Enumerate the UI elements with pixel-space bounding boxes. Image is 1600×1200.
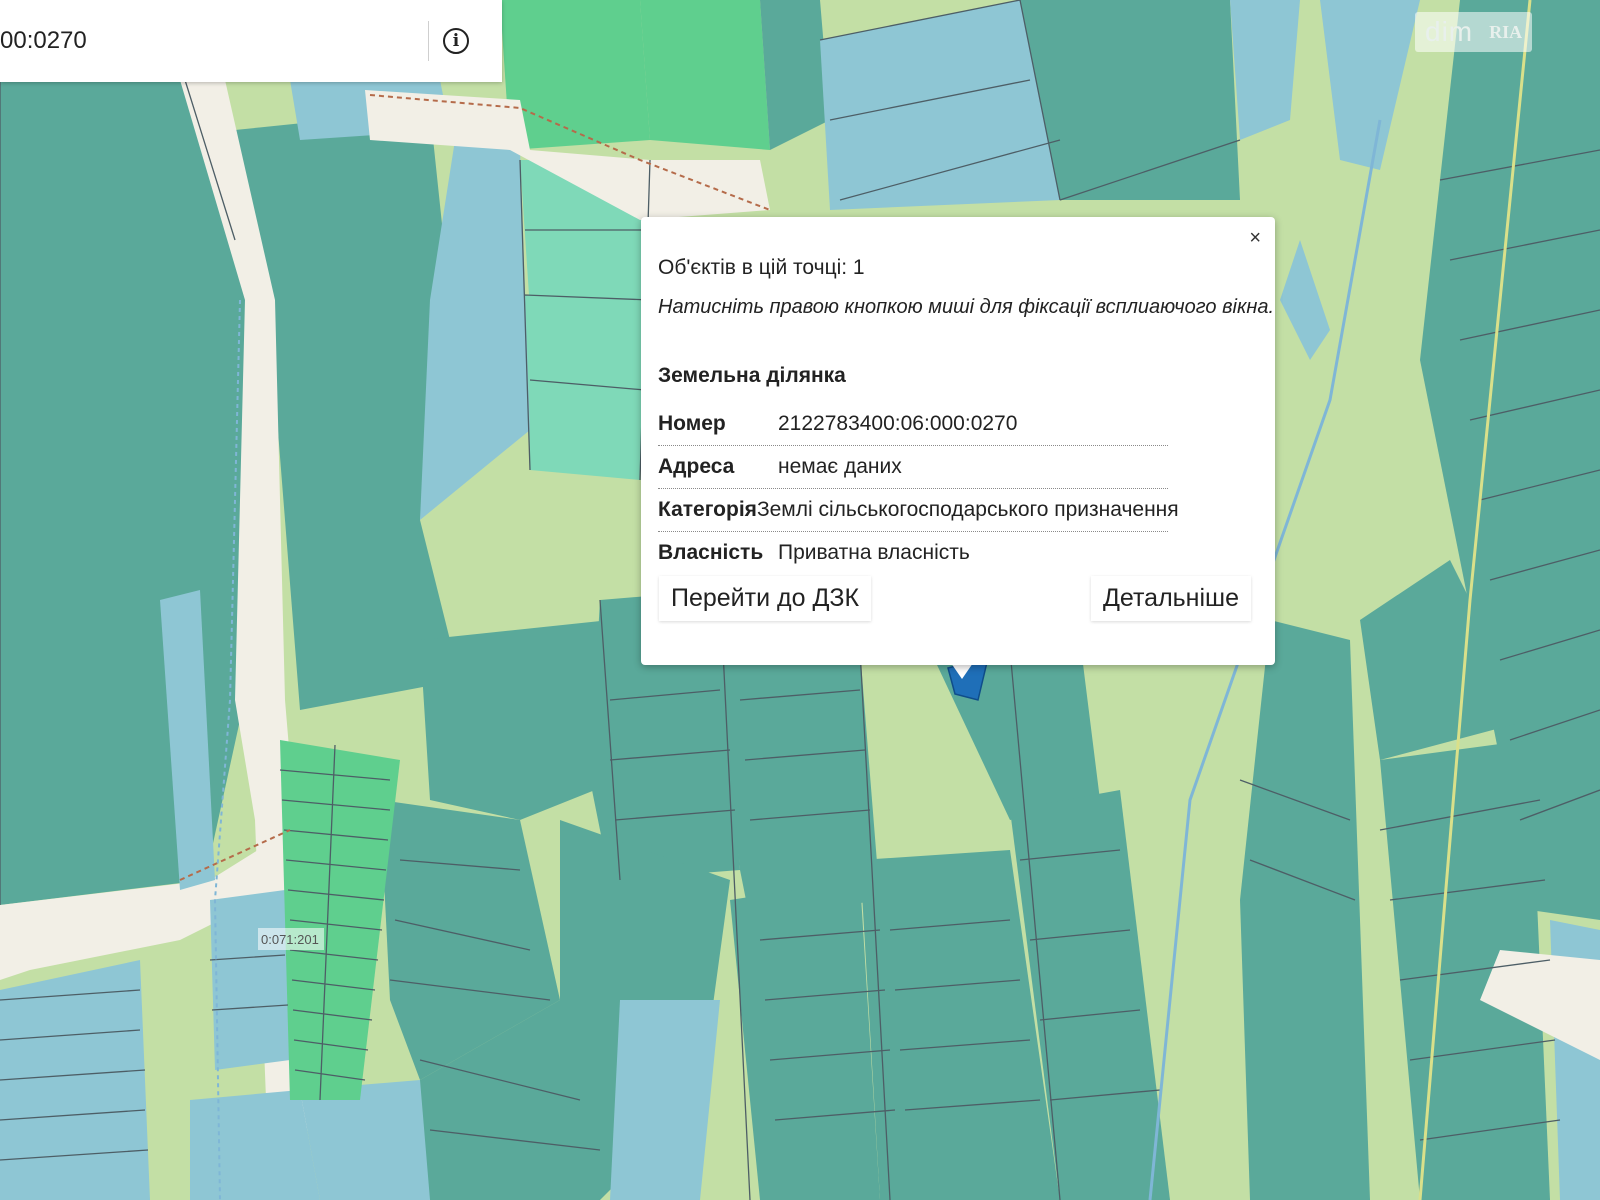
map-area (525, 295, 650, 480)
map-area (640, 0, 770, 150)
attr-key-ownership: Власність (658, 541, 764, 564)
attr-key-number: Номер (658, 412, 726, 435)
parcel-info-popup: × Об'єктів в цій точці: 1 Натисніть прав… (641, 217, 1275, 665)
details-button[interactable]: Детальніше (1090, 576, 1251, 621)
map-area (210, 890, 290, 1070)
watermark-ria: RIA (1489, 21, 1523, 42)
search-bar: i (0, 0, 502, 82)
parcel-attributes-table: Номер 2122783400:06:000:0270 Адреса нема… (658, 403, 1179, 574)
popup-object-count: Об'єктів в цій точці: 1 (658, 256, 865, 279)
table-row: Власність Приватна власність (658, 532, 1168, 574)
attr-key-address: Адреса (658, 455, 735, 478)
info-icon[interactable]: i (443, 28, 469, 54)
popup-heading: Земельна ділянка (658, 364, 846, 387)
table-row: Адреса немає даних (658, 446, 1168, 489)
search-input[interactable] (0, 16, 420, 66)
attr-value-ownership: Приватна власність (778, 541, 970, 564)
table-row: Номер 2122783400:06:000:0270 (658, 403, 1168, 446)
map-area (190, 1090, 320, 1200)
watermark-logo: dim RIA (1415, 12, 1533, 52)
map-area (1230, 0, 1300, 140)
map-area (0, 960, 150, 1200)
close-icon[interactable]: × (1249, 227, 1261, 250)
map-label: 0:071:201 (261, 932, 319, 947)
map-area (420, 620, 620, 820)
attr-value-address: немає даних (778, 455, 902, 478)
table-row: Категорія Землі сільськогосподарського п… (658, 489, 1179, 532)
popup-hint: Натисніть правою кнопкою миші для фіксац… (658, 296, 1275, 318)
attr-value-category: Землі сільськогосподарського призначення (756, 498, 1179, 521)
search-divider (428, 21, 429, 61)
attr-value-number: 2122783400:06:000:0270 (778, 412, 1018, 435)
watermark-dim: dim (1425, 16, 1474, 47)
go-to-dzk-button[interactable]: Перейти до ДЗК (659, 576, 872, 621)
popup-pointer (951, 663, 973, 679)
attr-key-category: Категорія (658, 498, 757, 521)
